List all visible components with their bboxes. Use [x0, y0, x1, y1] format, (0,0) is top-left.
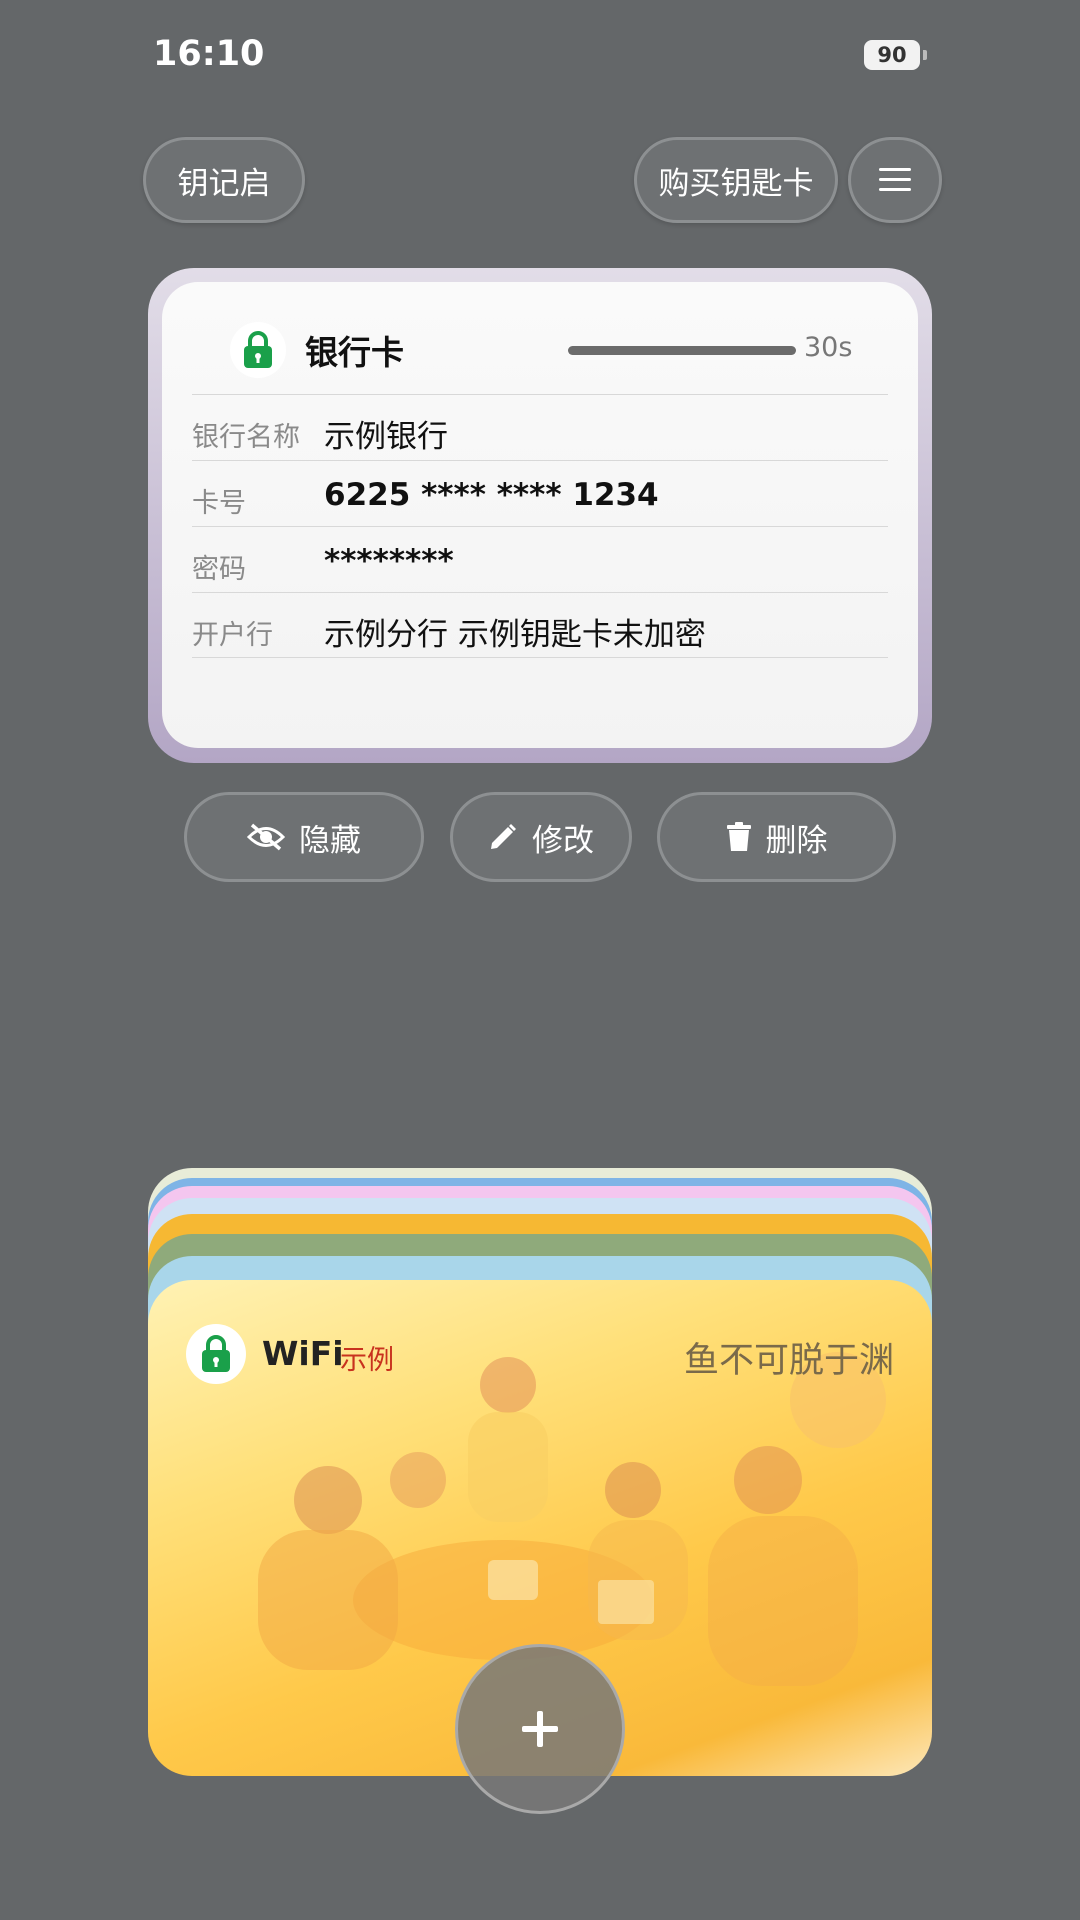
bank-card[interactable]: 银行卡 30s 银行名称 示例银行 卡号 6225 **** **** 1234… [148, 268, 932, 763]
hide-button[interactable]: 隐藏 [184, 792, 424, 882]
edit-label: 修改 [532, 822, 594, 859]
delete-button[interactable]: 删除 [657, 792, 896, 882]
field-password: 密码 ******** [192, 526, 888, 592]
countdown-bar [568, 346, 796, 355]
eye-off-icon [247, 823, 285, 851]
bank-card-body: 银行卡 30s 银行名称 示例银行 卡号 6225 **** **** 1234… [162, 282, 918, 748]
field-value[interactable]: ******** [324, 543, 454, 579]
trash-icon [726, 822, 751, 851]
delete-label: 删除 [765, 822, 828, 859]
status-time: 16:10 [153, 34, 265, 74]
plus-icon [522, 1711, 558, 1747]
countdown-text: 30s [804, 332, 853, 363]
field-label: 开户行 [192, 620, 273, 651]
pencil-icon [491, 824, 516, 849]
field-value[interactable]: 示例分行 示例钥匙卡未加密 [324, 609, 706, 654]
menu-button[interactable] [848, 137, 942, 223]
card-header: 银行卡 30s [162, 282, 918, 394]
battery-indicator: 90 [864, 40, 927, 70]
wifi-card-motto: 鱼不可脱于渊 [683, 1341, 894, 1381]
wifi-card-tag: 示例 [340, 1345, 394, 1376]
hide-label: 隐藏 [299, 822, 361, 859]
wifi-card-title: WiFi [262, 1334, 344, 1373]
field-label: 密码 [192, 554, 246, 585]
field-bank-name: 银行名称 示例银行 [192, 394, 888, 460]
lock-icon [186, 1324, 246, 1384]
field-label: 银行名称 [192, 422, 300, 453]
card-title: 银行卡 [305, 333, 404, 372]
add-card-button[interactable] [455, 1644, 625, 1814]
edit-button[interactable]: 修改 [450, 792, 632, 882]
app-title-button[interactable]: 钥记启 [143, 137, 305, 223]
field-value[interactable]: 6225 **** **** 1234 [324, 477, 659, 513]
hamburger-menu-icon [879, 168, 911, 192]
buy-key-card-button[interactable]: 购买钥匙卡 [634, 137, 838, 223]
field-label: 卡号 [192, 488, 246, 519]
field-card-number: 卡号 6225 **** **** 1234 [192, 460, 888, 526]
lock-icon [230, 322, 286, 378]
field-branch: 开户行 示例分行 示例钥匙卡未加密 [192, 592, 888, 658]
field-value[interactable]: 示例银行 [324, 411, 448, 456]
